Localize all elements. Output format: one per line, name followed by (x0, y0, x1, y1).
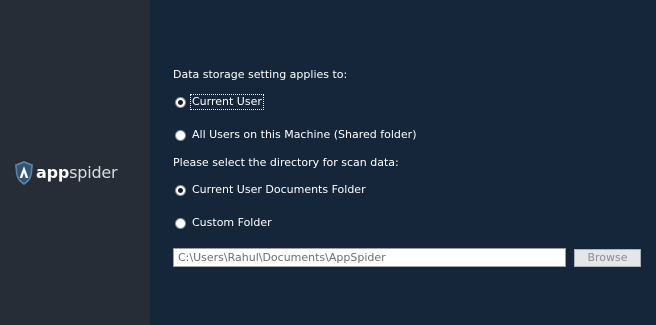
radio-label-current-user[interactable]: Current User (190, 94, 264, 110)
sidebar: appspider (0, 0, 150, 325)
radio-all-users[interactable]: All Users on this Machine (Shared folder… (175, 127, 417, 143)
brand-name: appspider (36, 160, 118, 186)
shield-icon (15, 161, 33, 185)
radio-custom-folder[interactable]: Custom Folder (175, 215, 273, 231)
radio-label-custom-folder[interactable]: Custom Folder (191, 216, 273, 230)
brand-name-bold: app (36, 163, 70, 182)
radio-label-all-users[interactable]: All Users on this Machine (Shared folder… (191, 128, 417, 142)
radio-documents-folder[interactable]: Current User Documents Folder (175, 182, 367, 198)
appspider-logo: appspider (15, 160, 118, 186)
radio-current-user[interactable]: Current User (175, 94, 264, 110)
radio-label-documents-folder[interactable]: Current User Documents Folder (191, 183, 367, 197)
radio-indicator[interactable] (175, 217, 186, 229)
radio-indicator[interactable] (175, 129, 186, 141)
folder-path-input[interactable] (173, 248, 566, 267)
radio-indicator-checked[interactable] (175, 184, 186, 196)
directory-heading: Please select the directory for scan dat… (173, 156, 399, 169)
storage-heading: Data storage setting applies to: (173, 68, 348, 81)
radio-indicator-checked[interactable] (175, 96, 186, 108)
browse-button[interactable]: Browse (574, 249, 641, 267)
brand-name-light: spider (69, 163, 118, 182)
